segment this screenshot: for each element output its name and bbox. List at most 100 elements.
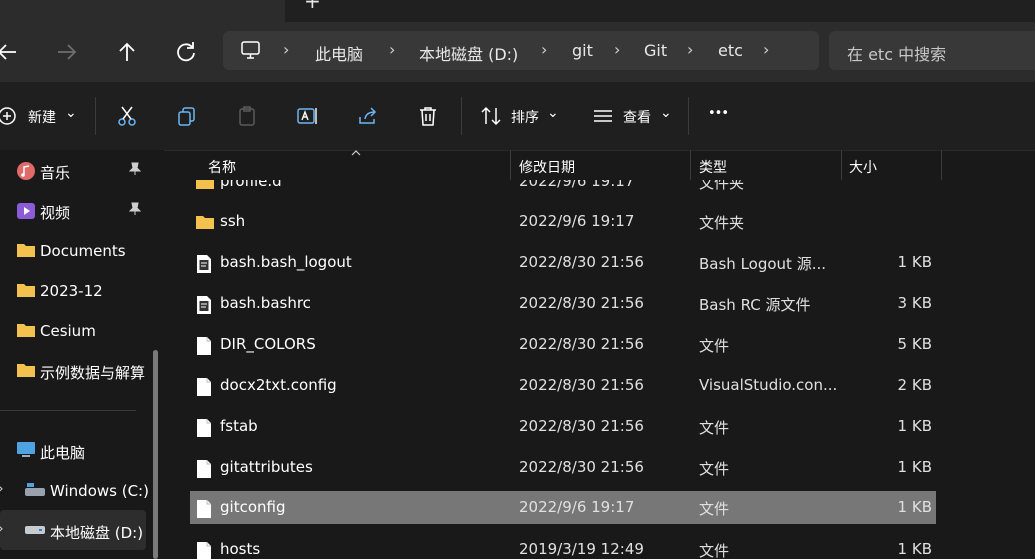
file-size: 3 KB [897, 294, 932, 312]
file-date: 2022/8/30 21:56 [519, 376, 644, 394]
file-size: 5 KB [897, 335, 932, 353]
file-row-bash-logout[interactable]: bash.bash_logout 2022/8/30 21:56 Bash Lo… [190, 246, 936, 279]
music-icon [17, 162, 35, 180]
breadcrumb-drive-d[interactable]: 本地磁盘 (D:) [419, 41, 518, 65]
column-size[interactable]: 大小 [849, 157, 877, 177]
file-type: Bash Logout 源... [699, 255, 827, 273]
breadcrumb-this-pc[interactable]: 此电脑 [315, 41, 363, 65]
column-divider[interactable] [510, 150, 511, 180]
command-bar: 新建 ⌄ 排序 ⌄ 查看 ⌄ ••• [0, 82, 1035, 151]
column-date[interactable]: 修改日期 [519, 157, 575, 177]
breadcrumb-separator: › [763, 40, 770, 59]
file-name: gitconfig [220, 498, 286, 516]
file-date: 2022/9/6 19:17 [519, 212, 635, 230]
file-date: 2022/9/6 19:17 [519, 498, 635, 516]
file-size: 1 KB [897, 498, 932, 516]
breadcrumb-git-folder[interactable]: Git [644, 41, 667, 60]
sort-icon [481, 106, 501, 126]
tab-bar: etc ✕ + [0, 0, 1035, 22]
column-name[interactable]: 名称 [208, 157, 236, 177]
toolbar-divider [95, 97, 96, 135]
file-row-profile-d[interactable]: profile.d 2022/9/6 19:17 文件夹 [190, 180, 936, 198]
cut-icon[interactable] [116, 105, 138, 127]
view-label: 查看 [623, 110, 651, 126]
file-row-gitconfig[interactable]: gitconfig 2022/9/6 19:17 文件 1 KB [190, 491, 936, 524]
file-name: bash.bashrc [220, 294, 311, 312]
file-size: 1 KB [897, 458, 932, 476]
chevron-down-icon: ⌄ [660, 105, 672, 121]
file-row-docx2txt-config[interactable]: docx2txt.config 2022/8/30 21:56 VisualSt… [190, 369, 936, 402]
breadcrumb-git[interactable]: git [572, 41, 593, 60]
file-row-fstab[interactable]: fstab 2022/8/30 21:56 文件 1 KB [190, 410, 936, 443]
breadcrumb-separator: › [541, 40, 548, 59]
breadcrumb-separator: › [389, 40, 396, 59]
file-type: 文件 [699, 337, 730, 355]
file-name: docx2txt.config [220, 376, 337, 394]
file-name: gitattributes [220, 458, 313, 476]
file-date: 2019/3/19 12:49 [519, 540, 644, 558]
sort-label: 排序 [511, 110, 539, 126]
rename-icon[interactable] [296, 105, 320, 127]
address-bar[interactable]: › 此电脑 › 本地磁盘 (D:) › git › Git › etc › [223, 31, 819, 70]
folder-icon [196, 216, 214, 229]
file-type: VisualStudio.con... [699, 376, 838, 394]
column-divider[interactable] [941, 150, 942, 180]
file-name: hosts [220, 540, 261, 558]
folder-icon [196, 180, 214, 189]
back-arrow-icon[interactable] [0, 41, 18, 63]
script-file-icon [197, 255, 211, 273]
column-header: 名称 修改日期 类型 大小 [170, 150, 1035, 180]
file-name: profile.d [220, 180, 282, 190]
file-icon [197, 460, 211, 478]
share-icon[interactable] [357, 105, 379, 127]
new-tab-button[interactable]: + [304, 0, 321, 13]
file-size: 1 KB [897, 417, 932, 435]
file-date: 2022/8/30 21:56 [519, 253, 644, 271]
forward-arrow-icon[interactable] [55, 41, 79, 63]
search-input[interactable]: 在 etc 中搜索 [829, 31, 1035, 70]
copy-icon[interactable] [176, 105, 198, 127]
file-row-dir-colors[interactable]: DIR_COLORS 2022/8/30 21:56 文件 5 KB [190, 328, 936, 361]
file-name: bash.bash_logout [220, 253, 352, 271]
toolbar-divider [461, 97, 462, 135]
file-size: 2 KB [897, 376, 932, 394]
file-row-bashrc[interactable]: bash.bashrc 2022/8/30 21:56 Bash RC 源文件 … [190, 287, 936, 320]
file-row-ssh[interactable]: ssh 2022/9/6 19:17 文件夹 [190, 205, 936, 238]
file-size: 1 KB [897, 540, 932, 558]
tab-etc[interactable]: etc ✕ [0, 0, 285, 22]
delete-icon[interactable] [417, 105, 439, 127]
breadcrumb-separator: › [614, 40, 621, 59]
file-name: fstab [220, 417, 258, 435]
navigation-bar: › 此电脑 › 本地磁盘 (D:) › git › Git › etc › 在 … [0, 22, 1035, 82]
chevron-down-icon: ⌄ [547, 105, 559, 121]
monitor-icon [241, 41, 260, 59]
breadcrumb-separator: › [283, 40, 290, 59]
file-icon [197, 542, 211, 559]
pin-icon [128, 162, 142, 175]
file-date: 2022/8/30 21:56 [519, 417, 644, 435]
file-date: 2022/9/6 19:17 [519, 180, 635, 190]
column-divider[interactable] [841, 150, 842, 180]
search-placeholder: 在 etc 中搜索 [847, 45, 947, 64]
refresh-icon[interactable] [174, 41, 198, 63]
file-icon [197, 419, 211, 437]
file-type: 文件夹 [699, 180, 745, 192]
file-type: 文件 [699, 542, 730, 559]
file-list: profile.d 2022/9/6 19:17 文件夹 ssh 2022/9/… [0, 180, 1035, 559]
column-divider[interactable] [690, 150, 691, 180]
file-type: 文件夹 [699, 214, 745, 232]
column-type[interactable]: 类型 [699, 157, 727, 177]
more-options-icon[interactable]: ••• [708, 106, 729, 121]
file-size: 1 KB [897, 253, 932, 271]
file-icon [197, 337, 211, 355]
paste-icon[interactable] [236, 105, 258, 127]
up-arrow-icon[interactable] [115, 41, 139, 63]
file-icon [197, 378, 211, 396]
script-file-icon [197, 296, 211, 314]
new-label: 新建 [28, 110, 56, 126]
file-date: 2022/8/30 21:56 [519, 335, 644, 353]
breadcrumb-etc[interactable]: etc [718, 41, 743, 60]
file-row-hosts[interactable]: hosts 2019/3/19 12:49 文件 1 KB [190, 533, 936, 559]
file-type: 文件 [699, 460, 730, 478]
file-row-gitattributes[interactable]: gitattributes 2022/8/30 21:56 文件 1 KB [190, 451, 936, 484]
